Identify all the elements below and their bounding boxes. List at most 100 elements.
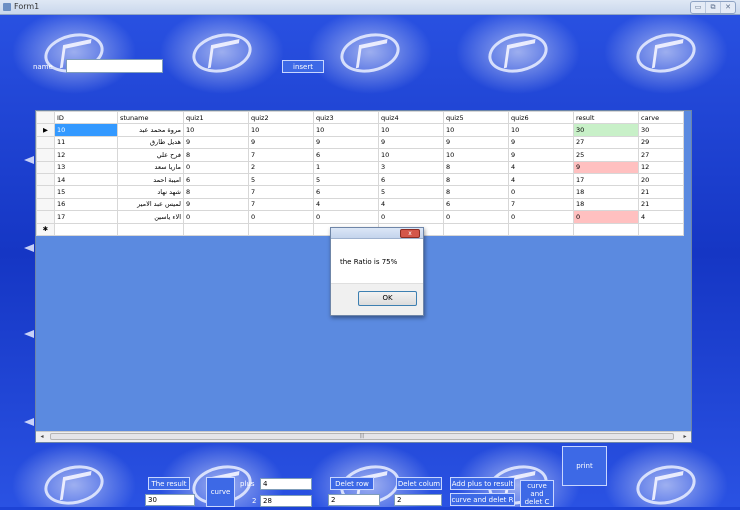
table-cell[interactable]: 8 bbox=[443, 172, 509, 187]
table-cell[interactable]: 9 bbox=[443, 135, 509, 150]
table-cell[interactable]: 8 bbox=[443, 160, 509, 174]
row-header[interactable] bbox=[36, 148, 55, 162]
table-cell[interactable]: 27 bbox=[638, 148, 684, 162]
table-row[interactable]: 11 هديل طارق 9 9 9 9 9 9 27 29 bbox=[36, 135, 684, 150]
table-cell[interactable]: 20 bbox=[638, 172, 684, 187]
table-cell[interactable]: 30 bbox=[638, 123, 684, 137]
table-cell[interactable]: 0 bbox=[183, 210, 249, 224]
scroll-right-icon[interactable]: ▸ bbox=[680, 432, 690, 442]
table-row[interactable]: 12 فرح علي 8 7 6 10 10 9 25 27 bbox=[36, 148, 684, 162]
column-header[interactable]: quiz4 bbox=[378, 111, 444, 125]
table-cell[interactable]: 18 bbox=[573, 185, 639, 199]
ok-button[interactable]: OK bbox=[358, 291, 417, 306]
delet-row-button[interactable]: Delet row bbox=[330, 477, 374, 490]
the-result-field[interactable]: 30 bbox=[145, 494, 195, 506]
table-cell[interactable]: 6 bbox=[313, 185, 379, 199]
column-header[interactable]: carve bbox=[638, 111, 684, 125]
table-cell[interactable]: اميبة احمد bbox=[117, 172, 184, 187]
table-cell[interactable]: 30 bbox=[573, 123, 639, 137]
column-header[interactable]: quiz6 bbox=[508, 111, 574, 125]
table-cell[interactable]: 9 bbox=[508, 148, 574, 162]
table-cell[interactable]: 4 bbox=[638, 210, 684, 224]
column-header[interactable]: quiz1 bbox=[183, 111, 249, 125]
table-cell[interactable] bbox=[54, 222, 118, 236]
row-header-corner[interactable] bbox=[36, 111, 55, 125]
table-cell[interactable]: لميس عبد الامير bbox=[117, 197, 184, 212]
table-cell[interactable]: 0 bbox=[508, 210, 574, 224]
table-cell[interactable]: 6 bbox=[183, 172, 249, 187]
table-cell[interactable]: 18 bbox=[573, 197, 639, 212]
table-cell[interactable]: 6 bbox=[378, 172, 444, 187]
table-cell[interactable]: 0 bbox=[313, 210, 379, 224]
table-cell[interactable]: 17 bbox=[54, 210, 118, 224]
table-cell[interactable]: 10 bbox=[378, 123, 444, 137]
table-cell[interactable]: 8 bbox=[443, 185, 509, 199]
table-cell[interactable]: 10 bbox=[313, 123, 379, 137]
row-header[interactable] bbox=[36, 172, 55, 187]
delet-colum-button[interactable]: Delet colum bbox=[396, 477, 442, 490]
table-cell[interactable]: مروة محمد عبد bbox=[117, 123, 184, 137]
row-header[interactable] bbox=[36, 185, 55, 199]
table-cell[interactable]: 4 bbox=[508, 160, 574, 174]
table-cell[interactable]: الاء ياسين bbox=[117, 210, 184, 224]
table-cell[interactable] bbox=[183, 222, 249, 236]
table-cell[interactable] bbox=[443, 222, 509, 236]
table-cell[interactable]: 0 bbox=[248, 210, 314, 224]
table-cell[interactable]: 11 bbox=[54, 135, 118, 150]
table-cell[interactable]: 8 bbox=[183, 148, 249, 162]
column-header[interactable]: result bbox=[573, 111, 639, 125]
table-cell[interactable]: 12 bbox=[638, 160, 684, 174]
table-row[interactable]: 16 لميس عبد الامير 9 7 4 4 6 7 18 21 bbox=[36, 197, 684, 212]
table-cell[interactable]: 2 bbox=[248, 160, 314, 174]
table-cell[interactable]: 3 bbox=[378, 160, 444, 174]
add-plus-to-result-button[interactable]: Add plus to result bbox=[450, 477, 515, 490]
scroll-left-icon[interactable]: ◂ bbox=[37, 432, 47, 442]
table-cell[interactable]: 10 bbox=[54, 123, 118, 137]
column-header[interactable]: quiz3 bbox=[313, 111, 379, 125]
table-cell[interactable]: 7 bbox=[248, 148, 314, 162]
table-cell[interactable]: 29 bbox=[638, 135, 684, 150]
table-cell[interactable]: 9 bbox=[248, 135, 314, 150]
row-header[interactable] bbox=[36, 135, 55, 150]
table-cell[interactable]: 8 bbox=[183, 185, 249, 199]
row-header[interactable]: ✱ bbox=[36, 222, 55, 236]
curve-and-delet-r-button[interactable]: curve and delet R bbox=[450, 493, 515, 506]
table-cell[interactable] bbox=[573, 222, 639, 236]
table-cell[interactable]: 0 bbox=[183, 160, 249, 174]
row-header[interactable] bbox=[36, 197, 55, 212]
plus-input[interactable]: 4 bbox=[260, 478, 312, 490]
table-cell[interactable]: 14 bbox=[54, 172, 118, 187]
table-cell[interactable]: 6 bbox=[443, 197, 509, 212]
row-header[interactable] bbox=[36, 160, 55, 174]
table-cell[interactable]: 9 bbox=[508, 135, 574, 150]
print-button[interactable]: print bbox=[562, 446, 607, 486]
table-cell[interactable]: 0 bbox=[378, 210, 444, 224]
row-header[interactable]: ▶ bbox=[36, 123, 55, 137]
table-cell[interactable]: 25 bbox=[573, 148, 639, 162]
close-icon[interactable]: ✕ bbox=[720, 2, 735, 13]
delet-row-input[interactable]: 2 bbox=[328, 494, 380, 506]
table-cell[interactable]: 0 bbox=[443, 210, 509, 224]
table-cell[interactable]: 10 bbox=[443, 123, 509, 137]
table-cell[interactable]: شهد نهاد bbox=[117, 185, 184, 199]
table-cell[interactable]: 16 bbox=[54, 197, 118, 212]
table-cell[interactable]: 4 bbox=[378, 197, 444, 212]
curve-and-delet-c-button[interactable]: curve and delet C bbox=[520, 480, 554, 507]
table-cell[interactable]: 21 bbox=[638, 185, 684, 199]
second-input[interactable]: 28 bbox=[260, 495, 312, 507]
table-cell[interactable]: 10 bbox=[378, 148, 444, 162]
delet-colum-input[interactable]: 2 bbox=[394, 494, 442, 506]
table-cell[interactable]: 15 bbox=[54, 185, 118, 199]
table-cell[interactable]: ماريا سعد bbox=[117, 160, 184, 174]
table-cell[interactable]: 17 bbox=[573, 172, 639, 187]
table-cell[interactable]: 21 bbox=[638, 197, 684, 212]
column-header[interactable]: stuname bbox=[117, 111, 184, 125]
maximize-icon[interactable]: ⧉ bbox=[705, 2, 720, 13]
table-cell[interactable]: 5 bbox=[313, 172, 379, 187]
table-cell[interactable]: 12 bbox=[54, 148, 118, 162]
table-row[interactable]: 14 اميبة احمد 6 5 5 6 8 4 17 20 bbox=[36, 172, 684, 187]
table-cell[interactable]: 7 bbox=[508, 197, 574, 212]
table-cell[interactable]: 4 bbox=[508, 172, 574, 187]
table-cell[interactable] bbox=[638, 222, 684, 236]
minimize-icon[interactable]: ▭ bbox=[691, 2, 705, 13]
